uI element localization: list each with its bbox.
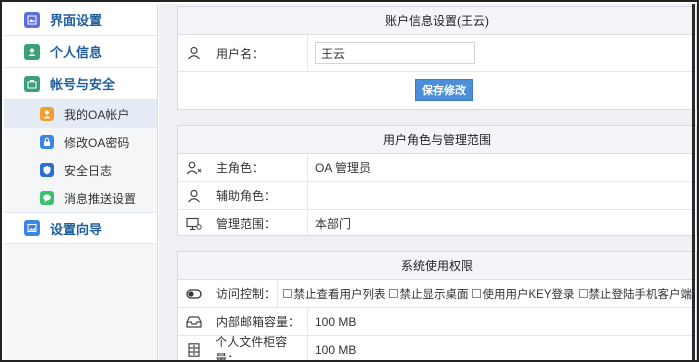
sidebar-item-label: 个人信息	[50, 45, 103, 60]
sidebar-item-label: 安全日志	[64, 163, 113, 178]
mailbox-capacity-label: 内部邮箱容量：	[216, 315, 301, 329]
scrollbar[interactable]	[692, 4, 695, 360]
access-control-label: 访问控制：	[216, 287, 277, 301]
main-role-label: 主角色：	[216, 161, 265, 175]
role-scope-panel: 用户角色与管理范围 主角色： OA 管理员 辅助角色： 管理范围： 本部门	[177, 125, 697, 237]
sidebar-item-label: 消息推送设置	[64, 191, 137, 206]
scope-value: 本部门	[315, 217, 352, 231]
user-admin-icon	[186, 160, 202, 176]
file-cabinet-icon	[186, 342, 201, 358]
panel-title: 系统使用权限	[178, 252, 696, 280]
toggle-icon	[186, 286, 202, 302]
aux-role-row: 辅助角色：	[178, 182, 696, 210]
chat-icon	[40, 191, 54, 205]
window-frame: 界面设置 个人信息 帐号与安全 我的OA帐户 修改OA密码 安全日志 消息推送设…	[0, 0, 699, 362]
checkbox-box[interactable]	[283, 289, 293, 298]
file-cabinet-capacity-value: 100 MB	[315, 343, 357, 357]
scope-row: 管理范围： 本部门	[178, 210, 696, 237]
sidebar-item-change-password[interactable]: 修改OA密码	[4, 128, 157, 156]
monitor-settings-icon	[186, 216, 202, 232]
sidebar-item-my-oa-account[interactable]: 我的OA帐户	[4, 100, 157, 128]
username-row: 用户名：	[178, 35, 696, 72]
main-role-row: 主角色： OA 管理员	[178, 154, 696, 182]
checkbox-hide-desktop[interactable]: 禁止显示桌面	[389, 286, 468, 302]
image-icon	[24, 11, 40, 28]
account-info-panel: 账户信息设置(王云) 用户名： 保存修改	[177, 6, 697, 110]
picture-icon	[24, 220, 40, 236]
sidebar-item-security-log[interactable]: 安全日志	[4, 156, 157, 184]
sidebar: 界面设置 个人信息 帐号与安全 我的OA帐户 修改OA密码 安全日志 消息推送设…	[4, 4, 158, 360]
sidebar-item-label: 界面设置	[50, 13, 103, 28]
sidebar-item-interface[interactable]: 界面设置	[4, 4, 157, 36]
sidebar-item-account-security[interactable]: 帐号与安全	[4, 68, 157, 100]
sidebar-item-label: 帐号与安全	[50, 77, 116, 92]
system-permission-panel: 系统使用权限 访问控制： 禁止查看用户列表 禁止显示桌面 使用用户KEY登录 禁…	[177, 251, 697, 362]
username-label: 用户名：	[216, 46, 265, 61]
checkbox-box[interactable]	[578, 289, 588, 298]
mailbox-capacity-row: 内部邮箱容量： 100 MB	[178, 308, 696, 336]
aux-role-label: 辅助角色：	[216, 189, 277, 203]
main-content: 账户信息设置(王云) 用户名： 保存修改 用户角色与管理范围	[159, 4, 697, 362]
sidebar-item-personal[interactable]: 个人信息	[4, 36, 157, 68]
sidebar-item-setup-guide[interactable]: 设置向导	[4, 212, 157, 244]
scope-label: 管理范围：	[216, 217, 277, 231]
username-input[interactable]	[315, 42, 475, 64]
sidebar-item-push-settings[interactable]: 消息推送设置	[4, 184, 157, 212]
checkbox-user-key-login[interactable]: 使用用户KEY登录	[472, 286, 575, 302]
user-outline-icon	[186, 45, 202, 61]
shield-icon	[40, 163, 54, 177]
mailbox-capacity-value: 100 MB	[315, 314, 357, 329]
aux-role-value	[308, 182, 696, 209]
sidebar-item-label: 设置向导	[50, 221, 103, 237]
briefcase-icon	[24, 75, 40, 92]
save-row: 保存修改	[178, 72, 696, 108]
user-card-icon	[24, 43, 40, 60]
file-cabinet-capacity-label: 个人文件柜容量：	[215, 335, 288, 362]
checkbox-box[interactable]	[389, 289, 399, 298]
sidebar-item-label: 我的OA帐户	[64, 107, 130, 122]
checkbox-no-mobile-login[interactable]: 禁止登陆手机客户端	[578, 286, 692, 302]
user-icon	[40, 107, 54, 121]
panel-title: 用户角色与管理范围	[178, 126, 696, 154]
checkbox-hide-user-list[interactable]: 禁止查看用户列表	[283, 286, 385, 302]
main-role-value: OA 管理员	[315, 161, 372, 175]
inbox-icon	[186, 314, 202, 330]
sidebar-item-label: 修改OA密码	[64, 135, 130, 150]
file-cabinet-capacity-row: 个人文件柜容量： 100 MB	[178, 335, 696, 362]
checkbox-box[interactable]	[472, 289, 482, 298]
lock-icon	[40, 135, 54, 149]
panel-title: 账户信息设置(王云)	[178, 7, 696, 35]
save-button[interactable]: 保存修改	[415, 79, 473, 101]
user-outline-icon	[186, 188, 202, 204]
access-control-row: 访问控制： 禁止查看用户列表 禁止显示桌面 使用用户KEY登录 禁止登陆手机客户…	[178, 280, 696, 308]
